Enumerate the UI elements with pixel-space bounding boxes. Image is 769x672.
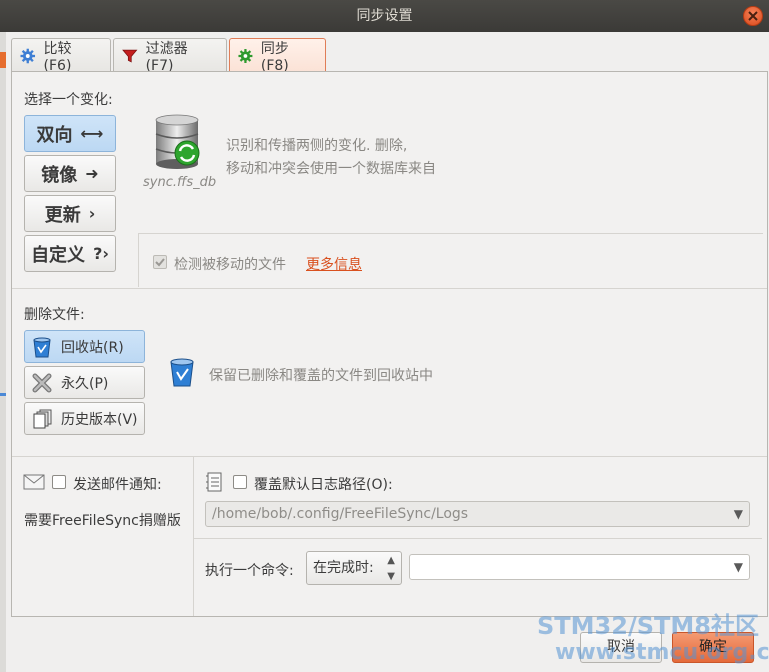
envelope-icon [23,474,45,490]
tab-compare-label: 比较 (F6) [43,40,72,74]
deletion-heading: 删除文件: [24,307,85,323]
deletion-permanent-button[interactable]: 永久(P) [24,366,145,399]
email-notify-label: 发送邮件通知: [73,477,162,493]
cancel-button[interactable]: 取消 [580,632,662,663]
variant-mirror-button[interactable]: 镜像 ➜ [24,155,116,192]
detect-moved-label: 检测被移动的文件 [174,257,286,273]
tab-compare[interactable]: 比较 (F6) [11,38,111,74]
variant-vertical-divider [138,233,139,287]
variant-two-way-button[interactable]: 双向 ⟷ [24,115,116,152]
deletion-versioning-button[interactable]: 历史版本(V) [24,402,145,435]
variant-update-button[interactable]: 更新 › [24,195,116,232]
override-log-label: 覆盖默认日志路径(O): [254,477,393,493]
deletion-description: 保留已删除和覆盖的文件到回收站中 [209,368,433,384]
filter-icon [122,49,138,62]
database-icon [155,114,200,169]
variant-custom-button[interactable]: 自定义 ?› [24,235,116,272]
background-window-accent-blue [0,393,6,396]
bottom-vertical-divider [193,457,194,616]
email-donation-note: 需要FreeFileSync捐赠版 [24,513,181,529]
background-window-accent [0,52,6,68]
variant-heading: 选择一个变化: [24,92,113,108]
background-window-edge [0,32,6,672]
command-when-value: 在完成时: [313,560,374,576]
recycle-bin-icon [33,337,51,357]
ok-button-label: 确定 [699,639,727,655]
chevron-down-icon: ▼ [733,507,743,521]
custom-chevron-icon: ?› [93,244,109,263]
email-notify-checkbox[interactable] [52,475,66,489]
deletion-recycler-label: 回收站(R) [61,339,124,356]
log-file-icon [206,472,222,492]
close-button[interactable] [743,6,763,26]
checkmark-icon [155,258,165,267]
delete-x-icon [32,373,52,392]
chevron-down-icon: ▼ [733,560,743,574]
log-path-value: /home/bob/.config/FreeFileSync/Logs [212,506,469,522]
deletion-recycler-button[interactable]: 回收站(R) [24,330,145,363]
variant-description-line2: 移动和冲突会使用一个数据库来自 [226,161,436,177]
variant-two-way-label: 双向 [36,124,73,146]
double-arrow-icon: ⟷ [80,124,104,143]
cancel-button-label: 取消 [607,639,635,655]
tab-sync[interactable]: 同步 (F8) [229,38,326,74]
versions-stack-icon [33,409,52,428]
variant-divider [138,233,763,234]
log-path-combo[interactable]: /home/bob/.config/FreeFileSync/Logs ▼ [205,501,750,527]
arrow-right-icon: ➜ [85,164,99,183]
more-info-link[interactable]: 更多信息 [306,254,362,274]
variant-mirror-label: 镜像 [41,164,78,186]
command-divider [194,538,762,539]
window-titlebar: 同步设置 [0,0,769,32]
gear-icon [238,48,253,63]
command-input[interactable]: ▼ [409,554,750,580]
spin-arrows-icon: ▲ ▼ [387,555,395,582]
command-when-select[interactable]: 在完成时: ▲ ▼ [306,551,402,585]
window-title: 同步设置 [356,8,413,24]
detect-moved-checkbox[interactable] [153,255,167,269]
close-icon [748,11,758,21]
tab-sync-label: 同步 (F8) [260,40,289,74]
recycle-bin-icon [170,358,194,387]
section-divider [12,456,767,457]
tab-filter[interactable]: 过滤器 (F7) [113,38,227,74]
gear-icon [20,48,36,63]
ok-button[interactable]: 确定 [672,632,754,663]
section-divider [12,288,767,289]
variant-description-line1: 识别和传播两侧的变化. 删除, [226,138,408,154]
command-label: 执行一个命令: [205,563,294,579]
deletion-versioning-label: 历史版本(V) [61,411,138,428]
chevron-right-icon: › [88,204,96,223]
deletion-permanent-label: 永久(P) [61,375,109,392]
database-caption: sync.ffs_db [143,175,217,190]
variant-update-label: 更新 [44,204,81,226]
variant-custom-label: 自定义 [31,244,86,266]
override-log-checkbox[interactable] [233,475,247,489]
tab-filter-label: 过滤器 (F7) [145,40,188,74]
